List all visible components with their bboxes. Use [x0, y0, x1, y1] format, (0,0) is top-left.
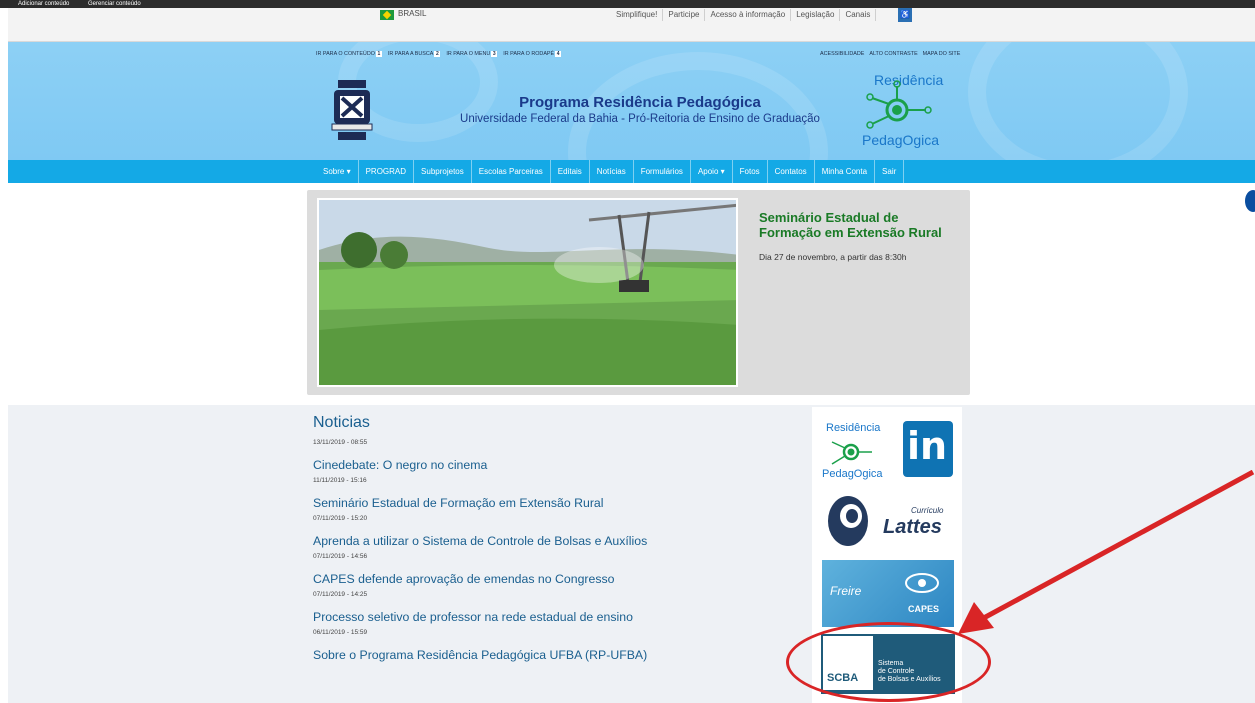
nav-item-minha-conta[interactable]: Minha Conta	[815, 160, 876, 183]
page-subtitle: Universidade Federal da Bahia - Pró-Reit…	[460, 113, 820, 125]
news-item-link[interactable]: CAPES defende aprovação de emendas no Co…	[313, 572, 783, 586]
gov-link-acesso[interactable]: Acesso à informação	[705, 9, 792, 21]
gov-link-legislacao[interactable]: Legislação	[791, 9, 841, 21]
lattes-logo-icon	[828, 496, 868, 546]
admin-bar: Adicionar conteúdo Gerenciar conteúdo	[0, 0, 1255, 8]
skip-link-search[interactable]: IR PARA A BUSCA 2	[388, 51, 441, 57]
nav-item-editais[interactable]: Editais	[551, 160, 590, 183]
nav-item-apoio[interactable]: Apoio ▾	[691, 160, 733, 183]
site-map-link[interactable]: MAPA DO SITE	[923, 51, 961, 57]
nav-item-formularios[interactable]: Formulários	[634, 160, 691, 183]
crop-field-image	[319, 200, 736, 385]
skip-link-menu[interactable]: IR PARA O MENU 3	[446, 51, 498, 57]
lattes-small-text: Currículo	[911, 506, 944, 515]
news-item-link[interactable]: Cinedebate: O negro no cinema	[313, 458, 783, 472]
linkedin-label: in	[907, 424, 948, 468]
news-list: Noticias 13/11/2019 - 08:55 Cinedebate: …	[313, 414, 783, 662]
capes-eye-icon	[905, 573, 939, 593]
news-item-link[interactable]: Aprenda a utilizar o Sistema de Controle…	[313, 534, 783, 548]
capes-text: CAPES	[908, 604, 940, 614]
featured-banner[interactable]: Seminário Estadual de Formação em Extens…	[307, 190, 970, 395]
gov-bar: BRASIL Simplifique! Participe Acesso à i…	[8, 8, 1255, 42]
paulo-freire-capes-link[interactable]: Freire CAPES	[822, 560, 954, 627]
background-swirl	[968, 42, 1188, 160]
news-date: 06/11/2019 - 15:59	[313, 629, 368, 636]
banner-photo[interactable]	[317, 198, 738, 387]
ufba-crest-icon[interactable]	[330, 80, 374, 142]
news-date: 07/11/2019 - 15:20	[313, 515, 368, 522]
news-heading[interactable]: Noticias	[313, 414, 783, 432]
nav-item-subprojetos[interactable]: Subprojetos	[414, 160, 472, 183]
high-contrast-link[interactable]: ALTO CONTRASTE	[869, 51, 917, 57]
banner-title[interactable]: Seminário Estadual de Formação em Extens…	[759, 210, 959, 240]
red-arrow-icon	[958, 470, 1255, 634]
rp-sidebar-logo[interactable]: Residência PedagOgica	[822, 420, 908, 482]
lattes-link[interactable]: Currículo Lattes	[825, 492, 955, 550]
nav-item-sair[interactable]: Sair	[875, 160, 905, 183]
main-nav: Sobre ▾ PROGRAD Subprojetos Escolas Parc…	[8, 160, 1255, 183]
banner-subtitle: Dia 27 de novembro, a partir das 8:30h	[759, 252, 907, 262]
gov-links: Simplifique! Participe Acesso à informaç…	[611, 9, 877, 21]
lattes-big-text: Lattes	[883, 516, 942, 538]
gov-link-canais[interactable]: Canais	[840, 9, 877, 21]
accessibility-links: ACESSIBILIDADE ALTO CONTRASTE MAPA DO SI…	[820, 51, 960, 57]
rp-sidebar-bottom-text: PedagOgica	[822, 468, 883, 480]
add-content-link[interactable]: Adicionar conteúdo	[18, 0, 69, 8]
news-date: 07/11/2019 - 14:56	[313, 553, 368, 560]
accessibility-channel-icon[interactable]: ♿	[898, 8, 912, 22]
rp-logo-bottom-text: PedagOgica	[862, 132, 940, 148]
rp-sidebar-network-icon	[831, 441, 872, 465]
freire-text: Freire	[830, 584, 862, 598]
nav-items: Sobre ▾ PROGRAD Subprojetos Escolas Parc…	[316, 160, 905, 183]
accessibility-link[interactable]: ACESSIBILIDADE	[820, 51, 864, 57]
page-title[interactable]: Programa Residência Pedagógica	[420, 94, 860, 111]
rp-logo[interactable]: Residência PedagOgica	[862, 66, 954, 150]
nav-item-escolas[interactable]: Escolas Parceiras	[472, 160, 551, 183]
nav-item-fotos[interactable]: Fotos	[733, 160, 768, 183]
gov-link-simplifique[interactable]: Simplifique!	[611, 9, 664, 21]
nav-item-noticias[interactable]: Notícias	[590, 160, 634, 183]
skip-link-content[interactable]: IR PARA O CONTEÚDO 1	[316, 51, 382, 57]
nav-item-contatos[interactable]: Contatos	[768, 160, 815, 183]
skip-link-footer[interactable]: IR PARA O RODAPÉ 4	[503, 51, 562, 57]
country-label[interactable]: BRASIL	[398, 9, 426, 18]
nav-item-sobre[interactable]: Sobre ▾	[316, 160, 359, 183]
linkedin-icon[interactable]: in	[903, 421, 953, 477]
news-date: 13/11/2019 - 08:55	[313, 439, 368, 446]
news-date: 11/11/2019 - 15:16	[313, 477, 367, 484]
gov-link-participe[interactable]: Participe	[663, 9, 706, 21]
partial-logo-icon	[1245, 190, 1255, 212]
header-title-block: Programa Residência Pedagógica Universid…	[420, 94, 860, 125]
browser-screenshot: { "admin": { "add": "Adicionar conteúdo"…	[0, 0, 1255, 703]
news-item-link[interactable]: Sobre o Programa Residência Pedagógica U…	[313, 648, 783, 662]
nav-item-prograd[interactable]: PROGRAD	[359, 160, 415, 183]
rp-logo-network-icon	[866, 80, 932, 129]
news-item-link[interactable]: Seminário Estadual de Formação em Extens…	[313, 496, 783, 510]
skip-links: IR PARA O CONTEÚDO 1 IR PARA A BUSCA 2 IR …	[316, 51, 562, 57]
manage-content-link[interactable]: Gerenciar conteúdo	[88, 0, 141, 8]
news-item-link[interactable]: Processo seletivo de professor na rede e…	[313, 610, 783, 624]
news-date: 07/11/2019 - 14:25	[313, 591, 368, 598]
brazil-flag-icon	[380, 10, 394, 20]
